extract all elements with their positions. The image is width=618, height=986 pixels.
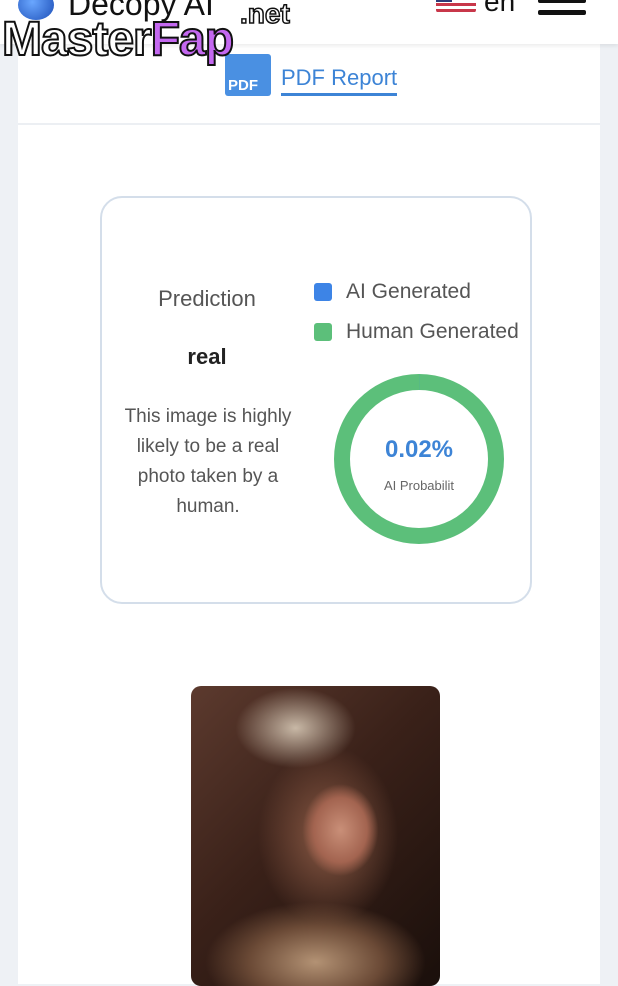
pdf-icon: PDF xyxy=(225,54,271,96)
legend-item-human: Human Generated xyxy=(314,312,519,352)
pdf-report-link[interactable]: PDF Report xyxy=(281,65,398,96)
ai-probability-label: AI Probabilit xyxy=(383,478,455,493)
legend-swatch-ai xyxy=(314,283,332,301)
brand[interactable]: Decopy AI xyxy=(18,0,214,23)
app-name: Decopy AI xyxy=(68,0,214,22)
ai-probability-donut: 0.02% AI Probabilit xyxy=(332,372,506,546)
language-code: en xyxy=(484,0,516,17)
legend-swatch-human xyxy=(314,323,332,341)
us-flag-icon xyxy=(436,0,476,13)
legend-item-ai: AI Generated xyxy=(314,272,519,312)
brand-logo-icon xyxy=(18,0,54,20)
prediction-panel: Prediction real This image is highly lik… xyxy=(100,196,532,604)
pdf-report-row[interactable]: PDF PDF Report xyxy=(225,54,398,96)
analyzed-image xyxy=(191,686,440,986)
pdf-icon-label: PDF xyxy=(228,77,258,94)
hamburger-menu-icon[interactable] xyxy=(538,0,586,15)
divider xyxy=(18,123,600,125)
prediction-title: Prediction xyxy=(158,286,256,311)
ai-probability-value: 0.02% xyxy=(384,436,454,463)
top-nav-bar: Decopy AI en xyxy=(0,0,618,44)
prediction-description: This image is highly likely to be a real… xyxy=(124,406,292,517)
legend: AI Generated Human Generated xyxy=(314,272,519,352)
language-selector[interactable]: en xyxy=(436,0,515,18)
legend-label-human: Human Generated xyxy=(346,320,519,343)
result-card: PDF PDF Report Prediction real This imag… xyxy=(18,44,600,986)
legend-label-ai: AI Generated xyxy=(346,280,471,303)
prediction-value: real xyxy=(187,344,227,369)
